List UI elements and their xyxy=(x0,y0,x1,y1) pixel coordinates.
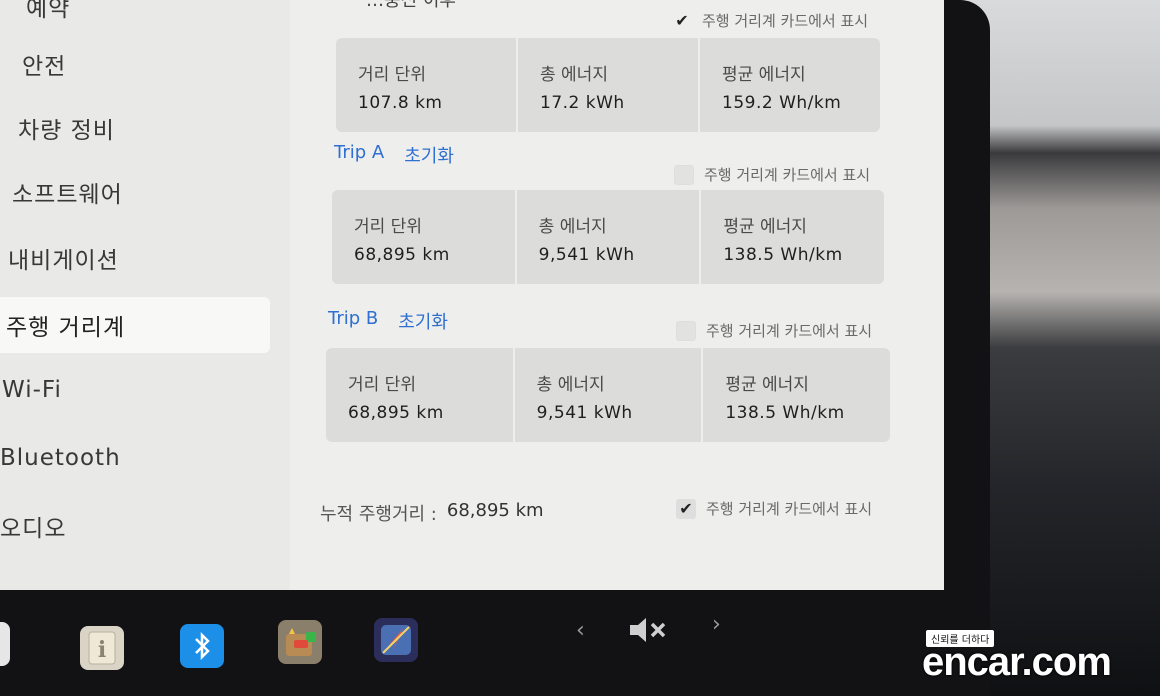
sidebar-item-audio[interactable]: 오디오 xyxy=(0,498,270,554)
checkbox-unchecked-icon[interactable] xyxy=(676,320,696,341)
checkbox-checked-icon[interactable]: ✔ xyxy=(672,11,692,31)
sidebar-item-label: 안전 xyxy=(22,54,67,80)
settings-screen: 예약 안전 차량 정비 소프트웨어 내비게이션 주행 거리계 Wi-Fi Blu… xyxy=(0,0,944,590)
next-arrow-icon[interactable]: › xyxy=(712,612,721,637)
display-bezel: 예약 안전 차량 정비 소프트웨어 내비게이션 주행 거리계 Wi-Fi Blu… xyxy=(0,0,990,696)
total-odometer: 누적 주행거리 : 68,895 km xyxy=(320,500,544,526)
toybox-icon[interactable] xyxy=(278,620,322,664)
since-charge-show-on-card[interactable]: ✔ 주행 거리계 카드에서 표시 xyxy=(672,10,868,31)
settings-sidebar: 예약 안전 차량 정비 소프트웨어 내비게이션 주행 거리계 Wi-Fi Blu… xyxy=(0,0,290,590)
sidebar-item-label: 예약 xyxy=(26,0,71,22)
sidebar-item-label: 오디오 xyxy=(0,516,67,542)
sidebar-item-label: 주행 거리계 xyxy=(6,315,126,341)
show-on-card-label: 주행 거리계 카드에서 표시 xyxy=(702,12,869,30)
sidebar-item-wifi[interactable]: Wi-Fi xyxy=(2,362,272,418)
taskbar-dock: i ‹ › xyxy=(0,600,990,696)
bluetooth-icon[interactable] xyxy=(180,624,224,668)
sidebar-item-label: Bluetooth xyxy=(0,445,121,471)
sidebar-item-odometer[interactable]: 주행 거리계 xyxy=(0,297,270,353)
mute-icon[interactable] xyxy=(624,612,672,648)
navigation-icon[interactable] xyxy=(374,618,418,662)
stat-distance: 거리 단위 68,895 km xyxy=(332,190,517,284)
sidebar-item-safety[interactable]: 안전 xyxy=(22,36,292,92)
odometer-show-on-card[interactable]: ✔ 주행 거리계 카드에서 표시 xyxy=(676,498,872,519)
show-on-card-label: 주행 거리계 카드에서 표시 xyxy=(706,500,873,518)
sidebar-item-label: 소프트웨어 xyxy=(12,182,123,208)
info-icon[interactable]: i xyxy=(80,626,124,670)
odometer-panel: …충전 이후 ✔ 주행 거리계 카드에서 표시 거리 단위 107.8 km 총… xyxy=(300,0,944,590)
sidebar-item-navigation[interactable]: 내비게이션 xyxy=(8,230,278,286)
stat-total-energy: 총 에너지 9,541 kWh xyxy=(515,348,704,442)
stat-average-energy: 평균 에너지 159.2 Wh/km xyxy=(722,65,842,113)
since-charge-title: …충전 이후 xyxy=(366,0,456,11)
sidebar-item-bluetooth[interactable]: Bluetooth xyxy=(0,430,270,486)
since-charge-stats: 거리 단위 107.8 km 총 에너지 17.2 kWh 평균 에너지 159… xyxy=(336,38,880,132)
car-interior-background xyxy=(960,0,1160,696)
stat-distance: 거리 단위 68,895 km xyxy=(326,348,515,442)
show-on-card-label: 주행 거리계 카드에서 표시 xyxy=(704,166,871,184)
total-odometer-label: 누적 주행거리 : xyxy=(320,504,437,525)
trip-b-show-on-card[interactable]: 주행 거리계 카드에서 표시 xyxy=(676,320,872,341)
sidebar-item-label: 내비게이션 xyxy=(8,248,119,274)
watermark-logo: encar.com xyxy=(922,640,1112,684)
stat-average-energy: 평균 에너지 138.5 Wh/km xyxy=(725,375,845,423)
stat-distance: 거리 단위 107.8 km xyxy=(336,38,518,132)
trip-a-stats: 거리 단위 68,895 km 총 에너지 9,541 kWh 평균 에너지 1… xyxy=(332,190,884,284)
svg-text:i: i xyxy=(98,637,106,663)
trip-b-header: Trip B 초기화 xyxy=(328,308,448,334)
trip-a-show-on-card[interactable]: 주행 거리계 카드에서 표시 xyxy=(674,164,870,185)
sidebar-item-label: 차량 정비 xyxy=(18,118,115,144)
trip-b-reset-button[interactable]: 초기화 xyxy=(398,308,448,334)
stat-total-energy: 총 에너지 9,541 kWh xyxy=(517,190,702,284)
encar-watermark: 신뢰를 더하다 encar.com xyxy=(922,630,1158,692)
trip-a-reset-button[interactable]: 초기화 xyxy=(404,142,454,168)
dock-edge-icon[interactable] xyxy=(0,622,10,666)
prev-arrow-icon[interactable]: ‹ xyxy=(576,618,585,643)
trip-a-title: Trip A xyxy=(334,142,385,163)
checkbox-checked-icon[interactable]: ✔ xyxy=(676,498,696,519)
sidebar-item-service[interactable]: 차량 정비 xyxy=(18,100,288,156)
stat-total-energy: 총 에너지 17.2 kWh xyxy=(518,38,700,132)
total-odometer-value: 68,895 km xyxy=(446,500,544,521)
checkbox-unchecked-icon[interactable] xyxy=(674,164,694,185)
trip-a-header: Trip A 초기화 xyxy=(334,142,454,168)
sidebar-item-reservation[interactable]: 예약 xyxy=(26,0,296,34)
show-on-card-label: 주행 거리계 카드에서 표시 xyxy=(706,322,873,340)
sidebar-item-label: Wi-Fi xyxy=(2,377,62,403)
stat-average-energy: 평균 에너지 138.5 Wh/km xyxy=(723,217,843,265)
trip-b-title: Trip B xyxy=(328,308,379,329)
sidebar-item-software[interactable]: 소프트웨어 xyxy=(12,164,282,220)
trip-b-stats: 거리 단위 68,895 km 총 에너지 9,541 kWh 평균 에너지 1… xyxy=(326,348,890,442)
